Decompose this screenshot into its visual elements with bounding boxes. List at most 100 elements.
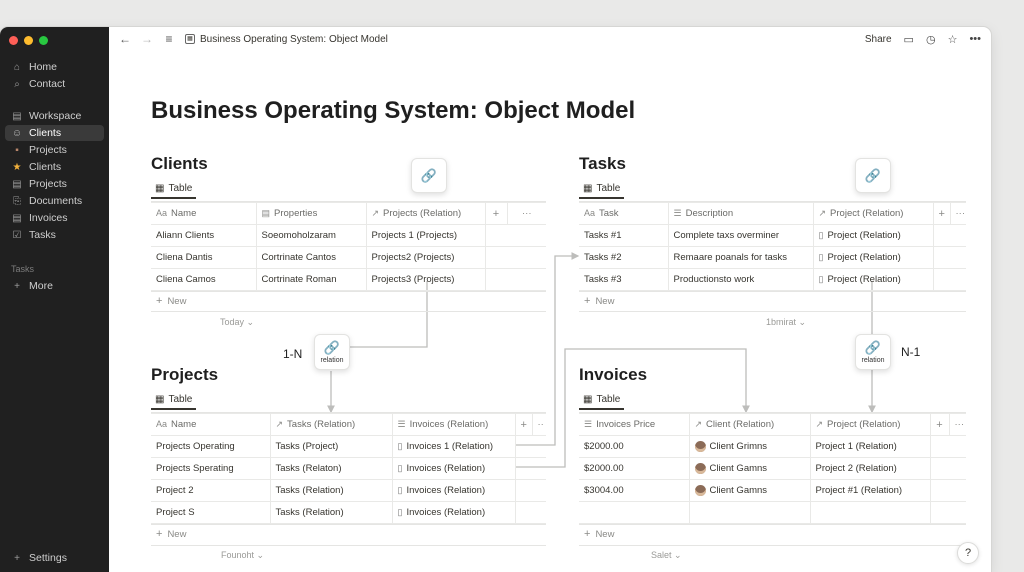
table-row[interactable]: Project S Tasks (Relation) ▯ Invoices (Re…	[151, 501, 546, 524]
table-cell[interactable]: Client Gamns	[688, 457, 811, 480]
help-button[interactable]: ?	[957, 542, 979, 564]
table-cell[interactable]: Cliena Dantis	[151, 246, 257, 269]
sidebar-settings-button[interactable]: + Settings	[5, 550, 104, 566]
invoices-footer[interactable]: Salet ⌄	[651, 550, 682, 561]
column-header[interactable]: ↗ Project (Relation)	[809, 413, 931, 436]
table-row[interactable]	[579, 501, 966, 524]
table-cell[interactable]: Projects Operating	[151, 435, 271, 458]
tasks-invoices-relation-badge[interactable]: 🔗 relation	[855, 334, 891, 370]
table-cell[interactable]: Soeomoholzaram	[255, 224, 367, 247]
more-options-icon[interactable]: ··	[531, 413, 546, 436]
sidebar-more-button[interactable]: + More	[5, 278, 104, 294]
clock-icon[interactable]: ◷	[926, 33, 936, 46]
forward-arrow-icon[interactable]: →	[141, 32, 153, 46]
sidebar-item-clients-starred[interactable]: ★ Clients	[5, 159, 104, 175]
menu-icon[interactable]: ≡	[163, 32, 175, 46]
table-cell[interactable]: ▯ Project (Relation)	[812, 224, 934, 247]
column-header[interactable]: Aa Name	[151, 202, 257, 225]
minimize-window-button[interactable]	[24, 36, 33, 45]
column-header[interactable]: ↗ Client (Relation)	[688, 413, 811, 436]
table-row[interactable]: Tasks #3 Productionsto work ▯ Project (Re…	[579, 268, 966, 291]
tasks-relation-link-badge[interactable]: 🔗	[855, 158, 891, 193]
sidebar-item-contact[interactable]: ⌕ Contact	[5, 76, 104, 92]
add-property-button[interactable]: +	[484, 202, 508, 225]
table-cell[interactable]: ▯ Invoices (Relation)	[391, 501, 516, 524]
table-cell[interactable]: Project 1 (Relation)	[809, 435, 931, 458]
sidebar-item-workspace[interactable]: ▤ Workspace	[5, 108, 104, 124]
column-header[interactable]: Aa Task	[579, 202, 669, 225]
table-cell[interactable]: Project 2 (Relation)	[809, 457, 931, 480]
share-button[interactable]: Share	[865, 34, 892, 45]
table-row[interactable]: Cliena Dantis Cortrinate Cantos Projects…	[151, 246, 546, 269]
table-cell[interactable]: Projects 1 (Projects)	[365, 224, 486, 247]
column-header[interactable]: ☰ Invoices Price	[579, 413, 690, 436]
add-property-button[interactable]: +	[932, 202, 951, 225]
invoices-tab-table[interactable]: ▦ Table	[579, 390, 625, 410]
table-cell[interactable]: ▯ Project (Relation)	[812, 268, 934, 291]
table-row[interactable]: Projects Operating Tasks (Project) ▯ Invo…	[151, 435, 546, 458]
sidebar-item-tasks[interactable]: ☑ Tasks	[5, 227, 104, 243]
projects-tab-table[interactable]: ▦ Table	[151, 390, 197, 410]
table-row[interactable]: $2000.00 Client Gamns Project 2 (Relatio…	[579, 457, 966, 480]
breadcrumb[interactable]: Business Operating System: Object Model	[200, 34, 388, 45]
table-cell[interactable]: Tasks #3	[579, 268, 669, 291]
table-cell[interactable]: Complete taxs overminer	[667, 224, 814, 247]
table-cell[interactable]	[579, 501, 690, 524]
more-options-icon[interactable]: ···	[949, 202, 966, 225]
table-cell[interactable]: Tasks (Relaton)	[269, 457, 393, 480]
clients-footer[interactable]: Today ⌄	[220, 317, 254, 328]
projects-new-row-button[interactable]: + New	[156, 528, 186, 540]
close-window-button[interactable]	[9, 36, 18, 45]
invoices-new-row-button[interactable]: + New	[584, 528, 614, 540]
table-cell[interactable]: $3004.00	[579, 479, 690, 502]
column-header[interactable]: ☰ Invoices (Relation)	[391, 413, 516, 436]
table-cell[interactable]: Tasks (Relation)	[269, 479, 393, 502]
clients-projects-relation-badge[interactable]: 🔗 relation	[314, 334, 350, 370]
table-cell[interactable]: Tasks (Project)	[269, 435, 393, 458]
sidebar-item-projects-folder[interactable]: ▤ Projects	[5, 176, 104, 192]
table-cell[interactable]: Cortrinate Roman	[255, 268, 367, 291]
table-row[interactable]: Tasks #1 Complete taxs overminer ▯ Projec…	[579, 224, 966, 247]
table-cell[interactable]: Productionsto work	[667, 268, 814, 291]
clients-relation-link-badge[interactable]: 🔗	[411, 158, 447, 193]
table-cell[interactable]	[688, 501, 811, 524]
sidebar-item-clients[interactable]: ☺ Clients	[5, 125, 104, 141]
tasks-tab-table[interactable]: ▦ Table	[579, 179, 625, 199]
table-cell[interactable]: Client Gamns	[688, 479, 811, 502]
add-property-button[interactable]: +	[514, 413, 533, 436]
more-options-icon[interactable]: ···	[948, 413, 966, 436]
table-row[interactable]: Project 2 Tasks (Relation) ▯ Invoices (Re…	[151, 479, 546, 502]
column-header[interactable]: ↗ Projects (Relation)	[365, 202, 486, 225]
table-cell[interactable]: ▯ Invoices (Relation)	[391, 457, 516, 480]
more-options-icon[interactable]: •••	[969, 33, 981, 45]
table-cell[interactable]: Tasks (Relation)	[269, 501, 393, 524]
tasks-new-row-button[interactable]: + New	[584, 295, 614, 307]
table-row[interactable]: $3004.00 Client Gamns Project #1 (Relati…	[579, 479, 966, 502]
table-cell[interactable]: Projects3 (Projects)	[365, 268, 486, 291]
table-cell[interactable]: Cliena Camos	[151, 268, 257, 291]
table-cell[interactable]: Projects2 (Projects)	[365, 246, 486, 269]
table-row[interactable]: Tasks #2 Remaare poanals for tasks ▯ Proj…	[579, 246, 966, 269]
sidebar-item-documents[interactable]: ⎘ Documents	[5, 193, 104, 209]
comment-icon[interactable]: ▭	[904, 33, 914, 46]
table-row[interactable]: Cliena Camos Cortrinate Roman Projects3 …	[151, 268, 546, 291]
table-cell[interactable]: Tasks #2	[579, 246, 669, 269]
projects-footer[interactable]: Founoht ⌄	[221, 550, 264, 561]
table-cell[interactable]: ▯ Invoices (Relation)	[391, 479, 516, 502]
more-options-icon[interactable]: ···	[506, 202, 546, 225]
clients-tab-table[interactable]: ▦ Table	[151, 179, 197, 199]
table-row[interactable]: $2000.00 Client Grimns Project 1 (Relati…	[579, 435, 966, 458]
add-property-button[interactable]: +	[929, 413, 950, 436]
sidebar-item-invoices[interactable]: ▤ Invoices	[5, 210, 104, 226]
column-header[interactable]: ▤ Properties	[255, 202, 367, 225]
table-cell[interactable]: ▯ Project (Relation)	[812, 246, 934, 269]
table-row[interactable]: Projects Sperating Tasks (Relaton) ▯ Invo…	[151, 457, 546, 480]
table-cell[interactable]: $2000.00	[579, 435, 690, 458]
back-arrow-icon[interactable]: ←	[119, 32, 131, 46]
table-cell[interactable]: Project #1 (Relation)	[809, 479, 931, 502]
column-header[interactable]: ☰ Description	[667, 202, 814, 225]
table-cell[interactable]: ▯ Invoices 1 (Relation)	[391, 435, 516, 458]
table-cell[interactable]: Project 2	[151, 479, 271, 502]
table-cell[interactable]	[809, 501, 931, 524]
table-cell[interactable]: Tasks #1	[579, 224, 669, 247]
